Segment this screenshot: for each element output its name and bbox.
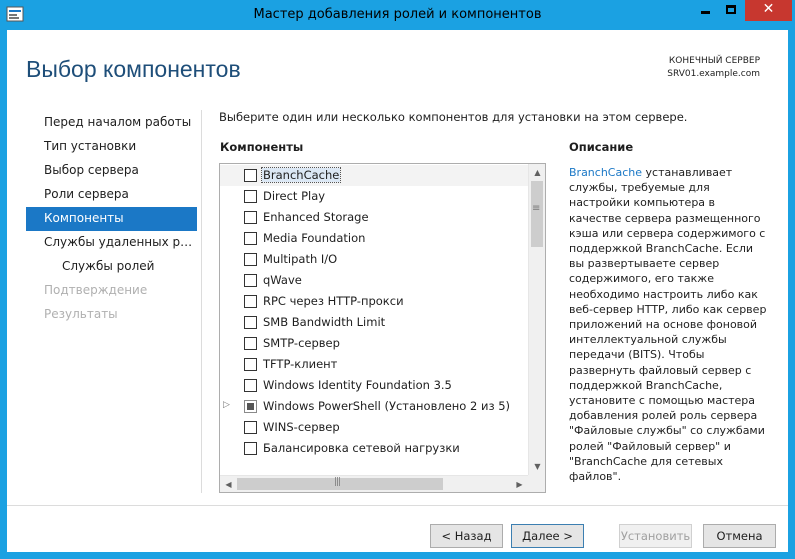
component-checkbox[interactable]	[244, 316, 257, 329]
component-checkbox[interactable]	[244, 400, 257, 413]
components-list-viewport: BranchCache Direct Play Enhanced Storage Me…	[220, 164, 528, 475]
scroll-corner	[528, 475, 545, 492]
scroll-up-icon[interactable]: ▲	[529, 164, 546, 181]
component-label: SMB Bandwidth Limit	[263, 315, 386, 329]
back-button[interactable]: < Назад	[430, 524, 503, 548]
component-checkbox[interactable]	[244, 295, 257, 308]
nav-item-installation-type[interactable]: Тип установки	[26, 135, 197, 159]
minimize-icon	[701, 11, 710, 14]
install-button: Установить	[619, 524, 692, 548]
vertical-scrollbar[interactable]: ▲ ▼	[528, 164, 545, 475]
description-header: Описание	[569, 140, 634, 154]
page-title: Выбор компонентов	[26, 56, 241, 82]
component-checkbox[interactable]	[244, 232, 257, 245]
component-row[interactable]: qWave	[220, 270, 528, 291]
cancel-button[interactable]: Отмена	[703, 524, 776, 548]
component-label: RPC через HTTP-прокси	[263, 294, 404, 308]
component-checkbox[interactable]	[244, 337, 257, 350]
scroll-down-icon[interactable]: ▼	[529, 458, 546, 475]
component-row[interactable]: Multipath I/O	[220, 249, 528, 270]
wizard-body: Выбор компонентов КОНЕЧНЫЙ СЕРВЕР SRV01.…	[7, 30, 788, 552]
component-label: SMTP-сервер	[263, 336, 340, 350]
nav-item-role-services[interactable]: Службы ролей	[26, 255, 197, 279]
description-body: устанавливает службы, требуемые для наст…	[569, 166, 767, 484]
nav-item-server-roles[interactable]: Роли сервера	[26, 183, 197, 207]
components-header: Компоненты	[220, 140, 304, 154]
window-title: Мастер добавления ролей и компонентов	[253, 7, 542, 22]
component-row[interactable]: ▷ Windows PowerShell (Установлено 2 из 5)	[220, 396, 528, 417]
component-checkbox[interactable]	[244, 442, 257, 455]
nav-item-results: Результаты	[44, 307, 118, 321]
minimize-button[interactable]	[692, 0, 718, 21]
component-label: WINS-сервер	[263, 420, 340, 434]
wizard-nav: Перед началом работы Тип установки Выбор…	[26, 111, 197, 327]
scroll-left-icon[interactable]: ◀	[220, 476, 237, 493]
footer-divider	[7, 505, 788, 506]
component-label: BranchCache	[260, 167, 342, 183]
component-checkbox[interactable]	[244, 190, 257, 203]
component-row[interactable]: Enhanced Storage	[220, 207, 528, 228]
server-label: КОНЕЧНЫЙ СЕРВЕР	[668, 56, 760, 66]
components-list[interactable]: BranchCache Direct Play Enhanced Storage Me…	[219, 163, 546, 493]
component-checkbox[interactable]	[244, 169, 257, 182]
instructions-text: Выберите один или несколько компонентов …	[219, 110, 688, 124]
description-link[interactable]: BranchCache	[569, 166, 642, 179]
component-row[interactable]: WINS-сервер	[220, 417, 528, 438]
component-label: qWave	[263, 273, 302, 287]
component-row[interactable]: SMTP-сервер	[220, 333, 528, 354]
component-row[interactable]: Windows Identity Foundation 3.5	[220, 375, 528, 396]
component-checkbox[interactable]	[244, 274, 257, 287]
component-row[interactable]: Балансировка сетевой нагрузки	[220, 438, 528, 459]
component-checkbox[interactable]	[244, 253, 257, 266]
scroll-right-icon[interactable]: ▶	[511, 476, 528, 493]
component-label: Windows PowerShell (Установлено 2 из 5)	[263, 399, 511, 413]
horizontal-scrollbar[interactable]: ◀ ▶	[220, 475, 528, 492]
close-button[interactable]: ✕	[745, 0, 792, 21]
nav-item-server-selection[interactable]: Выбор сервера	[26, 159, 197, 183]
component-label: Балансировка сетевой нагрузки	[263, 441, 460, 455]
component-checkbox[interactable]	[244, 211, 257, 224]
server-name: SRV01.example.com	[667, 69, 760, 79]
nav-item-before-you-begin[interactable]: Перед началом работы	[26, 111, 197, 135]
component-row[interactable]: Direct Play	[220, 186, 528, 207]
nav-item-remote-desktop-services[interactable]: Службы удаленных рабо...	[26, 231, 197, 255]
next-button[interactable]: Далее >	[511, 524, 584, 548]
maximize-icon	[726, 5, 736, 14]
expand-icon[interactable]: ▷	[223, 400, 230, 410]
nav-item-features[interactable]: Компоненты	[26, 207, 197, 231]
component-row[interactable]: BranchCache	[220, 165, 528, 186]
vertical-scroll-thumb[interactable]	[531, 181, 543, 247]
component-label: Direct Play	[263, 189, 326, 203]
component-row[interactable]: RPC через HTTP-прокси	[220, 291, 528, 312]
component-label: Enhanced Storage	[263, 210, 369, 224]
component-checkbox[interactable]	[244, 379, 257, 392]
component-label: Media Foundation	[263, 231, 366, 245]
nav-item-confirmation: Подтверждение	[44, 283, 148, 297]
nav-divider	[201, 110, 202, 493]
close-icon: ✕	[762, 1, 775, 17]
horizontal-scroll-thumb[interactable]	[237, 477, 443, 490]
title-bar: Мастер добавления ролей и компонентов ✕	[0, 0, 795, 30]
destination-server: КОНЕЧНЫЙ СЕРВЕР SRV01.example.com	[667, 55, 760, 81]
component-checkbox[interactable]	[244, 358, 257, 371]
maximize-button[interactable]	[718, 0, 744, 21]
component-label: Windows Identity Foundation 3.5	[263, 378, 452, 392]
component-row[interactable]: SMB Bandwidth Limit	[220, 312, 528, 333]
component-label: TFTP-клиент	[263, 357, 338, 371]
component-label: Multipath I/O	[263, 252, 338, 266]
description-text: BranchCache устанавливает службы, требуе…	[569, 165, 769, 484]
component-row[interactable]: TFTP-клиент	[220, 354, 528, 375]
component-checkbox[interactable]	[244, 421, 257, 434]
component-row[interactable]: Media Foundation	[220, 228, 528, 249]
